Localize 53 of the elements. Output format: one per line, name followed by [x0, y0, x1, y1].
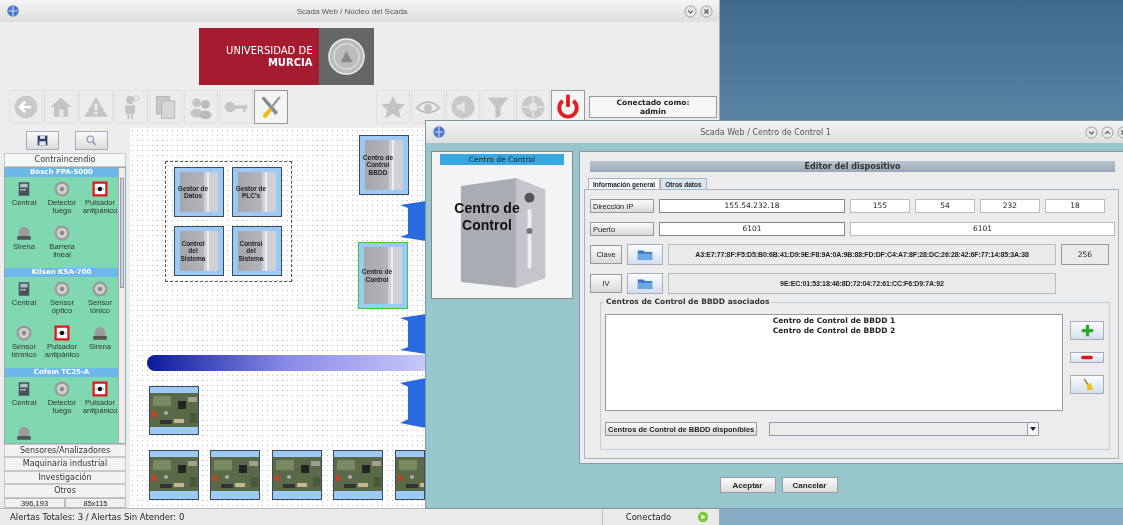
window-title: Scada Web / Centro de Control 1: [699, 127, 832, 137]
plus-icon: [1080, 324, 1094, 337]
board-node[interactable]: [395, 450, 425, 500]
globe-icon: [6, 4, 20, 18]
detector-icon[interactable]: [15, 323, 33, 342]
window-title: Scada Web / Núcleo del Scada: [295, 6, 409, 16]
detector-icon[interactable]: [53, 279, 71, 298]
detector-icon[interactable]: [91, 279, 109, 298]
board-node[interactable]: [272, 450, 322, 500]
seal-icon: [318, 28, 374, 85]
category-header[interactable]: Contraincendio: [4, 153, 126, 167]
maximize-icon[interactable]: [1101, 125, 1114, 139]
logo-text: MURCIA: [267, 56, 313, 69]
clear-button[interactable]: [1070, 375, 1104, 394]
board-node[interactable]: [149, 386, 199, 435]
minus-icon: [1080, 355, 1094, 360]
category-header[interactable]: Maquinaria industrial: [4, 457, 126, 471]
floppy-icon: [36, 134, 49, 147]
folder-icon: [637, 277, 653, 290]
open-file-button[interactable]: [627, 244, 663, 265]
remove-button[interactable]: [1070, 352, 1104, 363]
power-icon: [554, 92, 582, 121]
detector-icon[interactable]: [53, 179, 71, 198]
editor-title: Editor del dispositivo: [590, 161, 1115, 172]
device-label: Centro de Control: [453, 200, 521, 234]
folder-icon: [637, 248, 653, 261]
category-header[interactable]: Otros: [4, 484, 126, 498]
scrollbar[interactable]: [118, 167, 125, 443]
board-node[interactable]: [149, 450, 199, 500]
add-button[interactable]: [1070, 321, 1104, 340]
board-node[interactable]: [333, 450, 383, 500]
search-icon: [85, 134, 98, 147]
minimize-icon[interactable]: [684, 4, 697, 18]
logo-text: UNIVERSIDAD DE: [226, 44, 313, 57]
open-file-button[interactable]: [627, 273, 663, 294]
close-icon[interactable]: [700, 4, 713, 18]
cancel-button[interactable]: Cancelar: [781, 477, 838, 493]
save-button[interactable]: [26, 131, 59, 150]
detector-icon[interactable]: [53, 223, 71, 242]
alerts-status: Alertas Totales: 3 / Alertas Sin Atender: 0: [9, 512, 186, 522]
caret-icon: [1027, 423, 1039, 435]
tools-button[interactable]: [254, 89, 288, 124]
pushbutton-icon[interactable]: [53, 323, 71, 342]
pushbutton-icon[interactable]: [91, 379, 109, 398]
minimize-icon[interactable]: [1085, 125, 1098, 139]
accept-button[interactable]: Aceptar: [719, 477, 776, 493]
search-button[interactable]: [75, 131, 108, 150]
globe-icon: [432, 125, 446, 139]
pushbutton-icon[interactable]: [91, 179, 109, 198]
available-dropdown[interactable]: [769, 422, 1040, 436]
board-node[interactable]: [210, 450, 260, 500]
play-icon: [697, 511, 709, 523]
detector-icon[interactable]: [53, 379, 71, 398]
